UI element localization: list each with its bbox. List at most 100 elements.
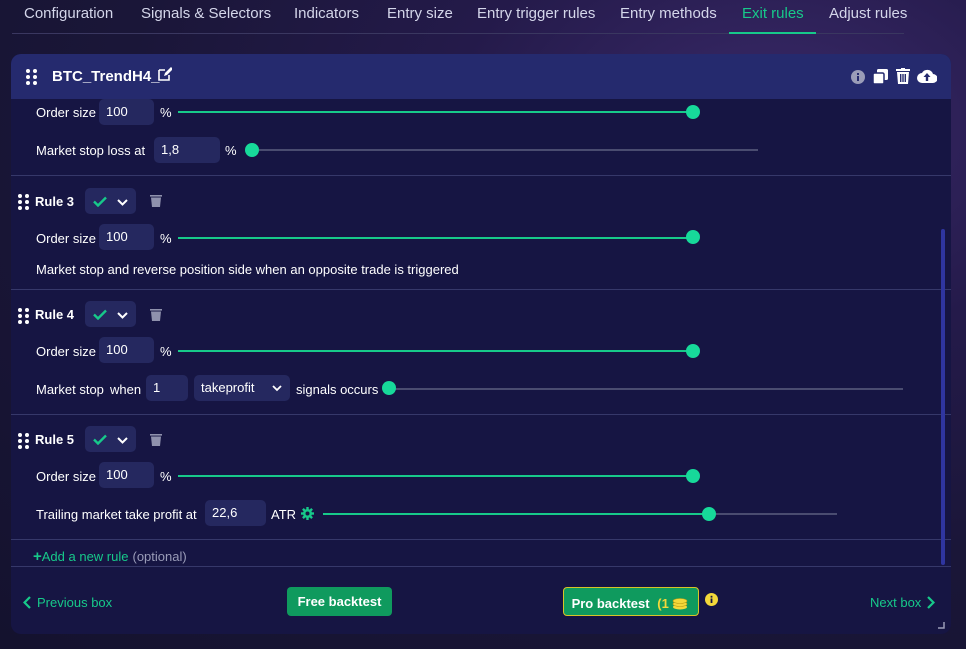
stop-loss-unit: % bbox=[225, 143, 237, 158]
order-size-slider-fill bbox=[178, 237, 693, 239]
trash-icon[interactable] bbox=[150, 433, 162, 446]
tab-signals-selectors[interactable]: Signals & Selectors bbox=[141, 5, 271, 22]
tab-configuration[interactable]: Configuration bbox=[24, 5, 113, 22]
order-size-input[interactable]: 100 bbox=[99, 462, 154, 488]
order-size-slider-fill bbox=[178, 475, 693, 477]
signal-slider-knob[interactable] bbox=[382, 381, 396, 395]
tab-adjust-rules[interactable]: Adjust rules bbox=[829, 5, 907, 22]
order-size-input[interactable]: 100 bbox=[99, 224, 154, 250]
trash-icon[interactable] bbox=[150, 308, 162, 321]
order-size-slider-knob[interactable] bbox=[686, 344, 700, 358]
plus-icon: + bbox=[33, 548, 42, 565]
add-rule-optional: (optional) bbox=[132, 549, 187, 564]
order-size-unit: % bbox=[160, 469, 172, 484]
add-rule-label: Add a new rule bbox=[41, 549, 129, 564]
order-size-label: Order size bbox=[36, 231, 96, 246]
drag-handle-icon[interactable] bbox=[18, 308, 29, 324]
pro-credits: (1 bbox=[657, 596, 669, 611]
order-size-unit: % bbox=[160, 105, 172, 120]
when-label: when bbox=[110, 382, 142, 397]
rule-divider bbox=[11, 414, 951, 415]
order-size-label: Order size bbox=[36, 105, 96, 120]
order-size-unit: % bbox=[160, 344, 172, 359]
check-icon bbox=[93, 434, 107, 445]
resize-handle-icon[interactable] bbox=[937, 621, 945, 629]
panel-footer: Previous box Free backtest Pro backtest … bbox=[11, 566, 951, 634]
free-backtest-button[interactable]: Free backtest bbox=[287, 587, 392, 616]
order-size-slider-fill bbox=[178, 111, 693, 113]
previous-box-link[interactable]: Previous box bbox=[22, 594, 113, 610]
chevron-left-icon bbox=[22, 596, 31, 609]
trailing-value-input[interactable]: 22,6 bbox=[205, 500, 266, 526]
order-size-slider-knob[interactable] bbox=[686, 469, 700, 483]
rule-title: Rule 5 bbox=[35, 432, 75, 447]
tab-exit-rules[interactable]: Exit rules bbox=[742, 5, 804, 22]
active-tab-indicator bbox=[729, 32, 816, 34]
previous-box-label: Previous box bbox=[37, 595, 113, 610]
trailing-slider-fill bbox=[323, 513, 709, 515]
pro-credits-count: (1 bbox=[657, 596, 669, 611]
check-icon bbox=[93, 309, 107, 320]
trash-icon[interactable] bbox=[896, 68, 910, 84]
chevron-right-icon bbox=[927, 596, 936, 609]
cloud-upload-icon[interactable] bbox=[917, 68, 937, 83]
rule-divider bbox=[11, 289, 951, 290]
stop-loss-slider[interactable] bbox=[252, 149, 758, 151]
rule-title: Rule 3 bbox=[35, 194, 75, 209]
add-new-rule-link[interactable]: +Add a new rule (optional) bbox=[33, 548, 187, 565]
trailing-slider-knob[interactable] bbox=[702, 507, 716, 521]
signal-count-input[interactable]: 1 bbox=[146, 375, 188, 401]
gear-icon[interactable] bbox=[301, 507, 314, 520]
strategy-name: BTC_TrendH4_ bbox=[52, 68, 160, 85]
rules-list[interactable]: Order size 100 % Market stop loss at 1,8… bbox=[11, 99, 951, 566]
pro-backtest-button[interactable]: Pro backtest (1 bbox=[563, 587, 699, 616]
next-box-link[interactable]: Next box bbox=[870, 594, 936, 610]
signals-occurs-label: signals occurs bbox=[296, 382, 379, 397]
signal-slider[interactable] bbox=[389, 388, 903, 390]
drag-handle-icon[interactable] bbox=[18, 194, 29, 210]
rule-enabled-toggle[interactable] bbox=[85, 426, 136, 452]
stop-loss-slider-knob[interactable] bbox=[245, 143, 259, 157]
trailing-unit: ATR bbox=[271, 507, 297, 522]
order-size-input[interactable]: 100 bbox=[99, 99, 154, 125]
rule-divider bbox=[11, 539, 951, 540]
copy-icon[interactable] bbox=[873, 69, 888, 84]
order-size-unit: % bbox=[160, 231, 172, 246]
rule-enabled-toggle[interactable] bbox=[85, 301, 136, 327]
order-size-slider-knob[interactable] bbox=[686, 230, 700, 244]
drag-handle-icon[interactable] bbox=[26, 69, 37, 85]
trailing-take-profit-label: Trailing market take profit at bbox=[36, 507, 197, 522]
order-size-slider-knob[interactable] bbox=[686, 105, 700, 119]
stop-loss-input[interactable]: 1,8 bbox=[154, 137, 220, 163]
signal-type-select[interactable]: takeprofit bbox=[194, 375, 290, 401]
info-icon[interactable] bbox=[705, 593, 718, 606]
footer-divider bbox=[11, 566, 951, 567]
order-size-label: Order size bbox=[36, 469, 96, 484]
tab-indicators[interactable]: Indicators bbox=[294, 5, 359, 22]
rule-title: Rule 4 bbox=[35, 307, 75, 322]
drag-handle-icon[interactable] bbox=[18, 433, 29, 449]
order-size-input[interactable]: 100 bbox=[99, 337, 154, 363]
edit-icon[interactable] bbox=[158, 67, 172, 81]
rule-divider bbox=[11, 175, 951, 176]
rule-enabled-toggle[interactable] bbox=[85, 188, 136, 214]
order-size-label: Order size bbox=[36, 344, 96, 359]
panel-header: BTC_TrendH4_ bbox=[11, 54, 951, 99]
tab-entry-size[interactable]: Entry size bbox=[387, 5, 453, 22]
tab-entry-methods[interactable]: Entry methods bbox=[620, 5, 717, 22]
trash-icon[interactable] bbox=[150, 194, 162, 207]
coins-icon bbox=[673, 598, 688, 610]
chevron-down-icon bbox=[272, 385, 282, 392]
chevron-down-icon bbox=[117, 312, 128, 319]
tab-bar: Configuration Signals & Selectors Indica… bbox=[0, 0, 966, 34]
info-icon[interactable] bbox=[851, 70, 865, 84]
rule-description: Market stop and reverse position side wh… bbox=[36, 262, 459, 277]
check-icon bbox=[93, 196, 107, 207]
signal-type-value: takeprofit bbox=[201, 380, 255, 395]
tab-entry-trigger-rules[interactable]: Entry trigger rules bbox=[477, 5, 595, 22]
chevron-down-icon bbox=[117, 199, 128, 206]
scrollbar[interactable] bbox=[941, 229, 945, 565]
pro-backtest-label: Pro backtest bbox=[571, 596, 650, 611]
exit-rules-panel: BTC_TrendH4_ Order size 100 % Market sto… bbox=[11, 54, 951, 634]
market-stop-label: Market stop bbox=[36, 382, 104, 397]
